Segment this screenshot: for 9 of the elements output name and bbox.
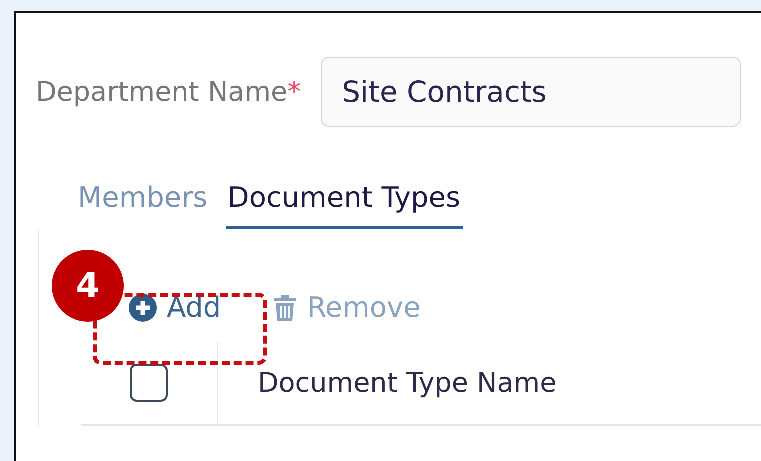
department-name-field[interactable]: Site Contracts bbox=[321, 57, 742, 127]
plus-circle-icon bbox=[129, 294, 157, 322]
tab[interactable]: Members bbox=[76, 175, 210, 229]
add-button[interactable]: Add bbox=[129, 291, 222, 324]
select-all-checkbox[interactable] bbox=[130, 364, 168, 402]
field-label: Department Name* bbox=[36, 76, 302, 108]
tab[interactable]: Document Types bbox=[226, 175, 463, 229]
trash-icon bbox=[273, 294, 298, 322]
column-header: Document Type Name bbox=[257, 368, 557, 398]
